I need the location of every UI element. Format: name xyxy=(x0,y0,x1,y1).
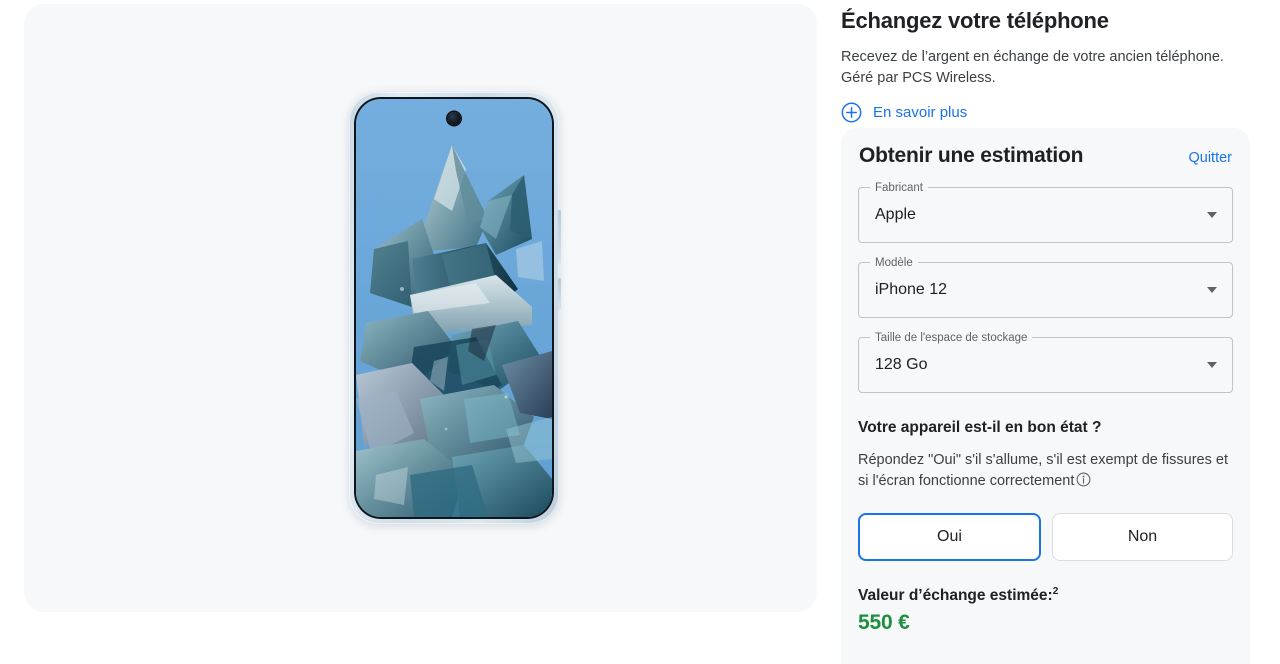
learn-more-label: En savoir plus xyxy=(873,104,968,121)
page-title: Échangez votre téléphone xyxy=(841,8,1109,33)
phone-screen xyxy=(356,99,552,517)
storage-select[interactable]: Taille de l'espace de stockage 128 Go xyxy=(858,330,1233,393)
trade-in-sidebar: Échangez votre téléphone Recevez de l’ar… xyxy=(841,0,1261,664)
manufacturer-select[interactable]: Fabricant Apple xyxy=(858,180,1233,243)
chevron-down-icon xyxy=(1207,362,1217,368)
condition-hint-text: Répondez "Oui" s'il s'allume, s'il est e… xyxy=(858,452,1228,489)
plus-circle-icon xyxy=(841,102,862,123)
condition-yes-button[interactable]: Oui xyxy=(858,513,1041,561)
estimate-card-header: Obtenir une estimation Quitter xyxy=(858,144,1233,168)
model-label: Modèle xyxy=(870,255,918,271)
condition-yes-label: Oui xyxy=(937,528,962,545)
estimated-value-footnote: 2 xyxy=(1052,586,1059,597)
manufacturer-value: Apple xyxy=(875,206,916,223)
trade-in-subtitle: Recevez de l’argent en échange de votre … xyxy=(841,49,1224,86)
condition-no-label: Non xyxy=(1127,528,1158,545)
condition-choice-group: Oui Non xyxy=(858,513,1233,561)
estimate-card: Obtenir une estimation Quitter Fabricant… xyxy=(841,128,1250,664)
manufacturer-label: Fabricant xyxy=(870,180,928,196)
condition-question: Votre appareil est-il en bon état ? xyxy=(858,419,1102,436)
estimate-title: Obtenir une estimation xyxy=(859,144,1084,167)
storage-value: 128 Go xyxy=(875,356,928,373)
estimated-value-label-text: Valeur d’échange estimée: xyxy=(858,587,1053,605)
condition-no-button[interactable]: Non xyxy=(1052,513,1233,561)
phone-product-image xyxy=(349,92,561,524)
chevron-down-icon xyxy=(1207,287,1217,293)
volume-button xyxy=(558,210,561,264)
trade-in-page: Échangez votre téléphone Recevez de l’ar… xyxy=(0,0,1280,664)
model-value: iPhone 12 xyxy=(875,281,948,298)
info-circle-icon[interactable] xyxy=(1076,472,1091,494)
phone-wallpaper xyxy=(356,99,552,517)
storage-label: Taille de l'espace de stockage xyxy=(870,330,1033,346)
quit-link[interactable]: Quitter xyxy=(1188,150,1232,166)
model-select[interactable]: Modèle iPhone 12 xyxy=(858,255,1233,318)
estimated-value-label: Valeur d’échange estimée:2 xyxy=(858,586,1233,605)
condition-hint: Répondez "Oui" s'il s'allume, s'il est e… xyxy=(858,450,1233,494)
chevron-down-icon xyxy=(1207,212,1217,218)
punch-hole-camera-icon xyxy=(447,112,461,125)
estimated-value-amount: 550 € xyxy=(858,611,910,635)
power-button xyxy=(558,278,561,310)
learn-more-link[interactable]: En savoir plus xyxy=(841,102,967,123)
product-image-panel xyxy=(24,4,817,612)
